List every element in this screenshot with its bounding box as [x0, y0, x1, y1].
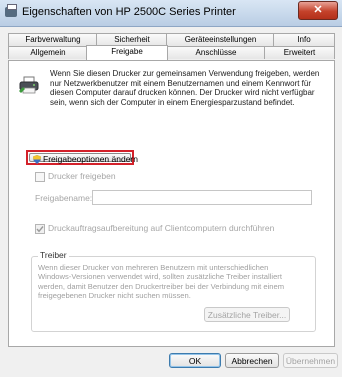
tab-row-back: Farbverwaltung Sicherheit Geräteeinstell…: [8, 33, 335, 46]
uac-shield-icon: [33, 155, 41, 164]
sharing-description: Wenn Sie diesen Drucker zur gemeinsamen …: [50, 69, 320, 107]
change-sharing-options-button[interactable]: Freigabeoptionen ändern: [26, 150, 138, 165]
printer-properties-dialog: Eigenschaften von HP 2500C Series Printe…: [0, 0, 342, 377]
checkmark-icon: [36, 226, 44, 233]
share-printer-checkbox[interactable]: [35, 172, 45, 182]
printer-icon: [19, 76, 39, 94]
change-sharing-options-face[interactable]: Freigabeoptionen ändern: [29, 153, 138, 164]
share-name-input[interactable]: [92, 190, 312, 205]
tab-row-front: Allgemein Freigabe Anschlüsse Erweitert: [8, 45, 335, 60]
tab-erweitert[interactable]: Erweitert: [264, 46, 335, 59]
title-bar: Eigenschaften von HP 2500C Series Printe…: [0, 0, 342, 27]
ok-button[interactable]: OK: [169, 353, 221, 368]
render-jobs-label: Druckauftragsaufbereitung auf Clientcomp…: [48, 223, 275, 233]
tab-freigabe[interactable]: Freigabe: [86, 45, 168, 60]
tab-anschluesse[interactable]: Anschlüsse: [166, 46, 266, 59]
share-printer-label: Drucker freigeben: [48, 171, 116, 181]
tab-farbverwaltung[interactable]: Farbverwaltung: [8, 33, 98, 46]
drivers-group-label: Treiber: [38, 250, 69, 260]
change-sharing-options-label: Freigabeoptionen ändern: [43, 154, 138, 164]
share-name-label: Freigabename:: [35, 193, 93, 203]
window-title: Eigenschaften von HP 2500C Series Printe…: [22, 6, 236, 18]
tab-info[interactable]: Info: [273, 33, 335, 46]
tab-geraeteeinstellungen[interactable]: Geräteeinstellungen: [166, 33, 275, 46]
cancel-button[interactable]: Abbrechen: [225, 353, 279, 368]
additional-drivers-button[interactable]: Zusätzliche Treiber...: [204, 307, 290, 322]
printer-icon: [5, 4, 17, 17]
render-jobs-checkbox[interactable]: [35, 224, 45, 234]
tab-allgemein[interactable]: Allgemein: [8, 46, 88, 59]
apply-button[interactable]: Übernehmen: [283, 353, 338, 368]
drivers-description: Wenn dieser Drucker von mehreren Benutze…: [38, 263, 285, 301]
close-button[interactable]: ✕: [298, 1, 338, 20]
